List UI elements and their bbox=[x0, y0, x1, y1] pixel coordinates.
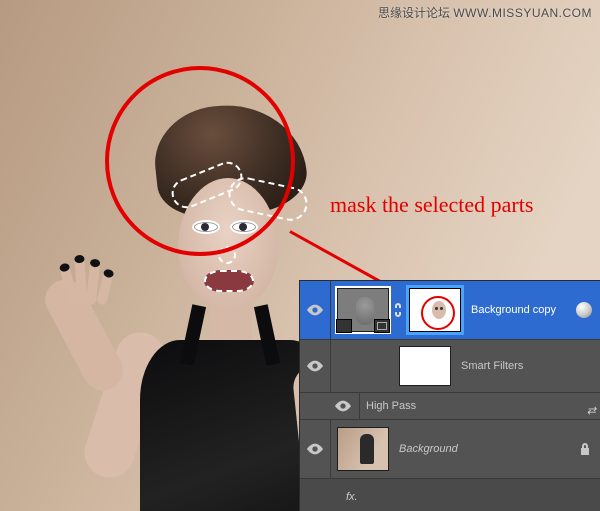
annotation-label: mask the selected parts bbox=[330, 192, 533, 218]
layer-thumbnail[interactable] bbox=[337, 427, 389, 471]
eye-icon bbox=[307, 304, 323, 316]
filter-mask-thumbnail[interactable] bbox=[399, 346, 451, 386]
screenshot-root: mask the selected parts 思缘设计论坛 WWW.MISSY… bbox=[0, 0, 600, 511]
visibility-toggle[interactable] bbox=[300, 340, 331, 392]
filter-row-high-pass[interactable]: High Pass ⇄ bbox=[300, 393, 600, 420]
eye-icon bbox=[335, 400, 351, 412]
watermark: 思缘设计论坛 WWW.MISSYUAN.COM bbox=[378, 4, 592, 21]
mask-link-icon[interactable] bbox=[393, 303, 403, 317]
layer-row-smart-filters[interactable]: Smart Filters bbox=[300, 340, 600, 393]
filter-name[interactable]: High Pass bbox=[360, 400, 600, 412]
smart-object-badge-icon bbox=[336, 319, 352, 333]
layer-row-background[interactable]: Background bbox=[300, 420, 600, 479]
visibility-toggle[interactable] bbox=[300, 393, 360, 419]
watermark-cn: 思缘设计论坛 bbox=[378, 6, 450, 20]
visibility-toggle[interactable] bbox=[300, 281, 331, 339]
layer-thumbnail[interactable] bbox=[337, 288, 389, 332]
smart-object-indicator-icon bbox=[576, 302, 592, 318]
filter-badge-icon bbox=[374, 319, 390, 333]
panel-footer: fx. bbox=[300, 479, 600, 511]
eye-icon bbox=[307, 443, 323, 455]
annotation-circle bbox=[105, 66, 295, 256]
fx-button-icon[interactable]: fx. bbox=[346, 491, 358, 503]
lock-icon[interactable] bbox=[578, 442, 592, 456]
visibility-toggle[interactable] bbox=[300, 420, 331, 478]
layer-name[interactable]: Background bbox=[393, 443, 578, 455]
eye-icon bbox=[307, 360, 323, 372]
layer-name[interactable]: Background copy bbox=[465, 304, 576, 316]
annotation-mini-circle bbox=[421, 296, 455, 330]
layer-mask-thumbnail[interactable] bbox=[409, 288, 461, 332]
filter-blend-options-icon[interactable]: ⇄ bbox=[587, 404, 596, 417]
layers-panel[interactable]: Background copy Smart Filters High Pass … bbox=[299, 280, 600, 511]
smart-filters-label[interactable]: Smart Filters bbox=[455, 360, 600, 372]
watermark-url: WWW.MISSYUAN.COM bbox=[453, 6, 592, 20]
selection-marquee-lips bbox=[204, 270, 254, 292]
hand-left bbox=[64, 245, 118, 305]
layer-row-background-copy[interactable]: Background copy bbox=[300, 281, 600, 340]
